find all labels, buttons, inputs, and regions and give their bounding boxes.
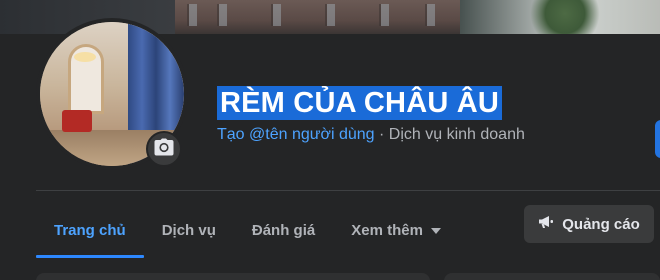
megaphone-icon bbox=[538, 215, 554, 233]
cover-window bbox=[187, 4, 197, 26]
cover-building bbox=[175, 0, 460, 34]
page-tabs: Trang chủ Dịch vụ Đánh giá Xem thêm bbox=[36, 204, 459, 258]
avatar-lamp bbox=[74, 52, 96, 62]
tab-label: Xem thêm bbox=[351, 221, 423, 239]
cover-window bbox=[325, 4, 335, 26]
cover-window bbox=[271, 4, 281, 26]
update-avatar-button[interactable] bbox=[146, 131, 182, 167]
tab-more[interactable]: Xem thêm bbox=[333, 204, 459, 256]
create-username-link[interactable]: Tạo @tên người dùng bbox=[217, 126, 375, 143]
primary-action-button-edge[interactable] bbox=[655, 120, 660, 158]
page-name: RÈM CỦA CHÂU ÂU bbox=[217, 86, 503, 120]
tab-label: Đánh giá bbox=[251, 221, 316, 239]
avatar-red-object bbox=[62, 110, 92, 132]
cover-window bbox=[217, 4, 227, 26]
caret-down-icon bbox=[430, 228, 441, 234]
page-category: Dịch vụ kinh doanh bbox=[388, 126, 525, 143]
ads-button[interactable]: Quảng cáo bbox=[524, 205, 654, 243]
page-header: RÈM CỦA CHÂU ÂU Tạo @tên người dùng · Dị… bbox=[0, 0, 660, 280]
ads-button-label: Quảng cáo bbox=[562, 215, 640, 233]
content-card-left bbox=[36, 273, 430, 280]
tab-services[interactable]: Dịch vụ bbox=[144, 204, 234, 256]
cover-window bbox=[425, 4, 435, 26]
page-name-block: RÈM CỦA CHÂU ÂU bbox=[217, 86, 503, 120]
tab-reviews[interactable]: Đánh giá bbox=[234, 204, 333, 256]
content-card-right bbox=[444, 273, 660, 280]
tab-label: Dịch vụ bbox=[161, 221, 216, 239]
camera-icon bbox=[154, 138, 174, 161]
tab-home[interactable]: Trang chủ bbox=[36, 204, 144, 258]
header-divider bbox=[36, 190, 660, 191]
subline-separator: · bbox=[379, 126, 385, 143]
page-subline: Tạo @tên người dùng · Dịch vụ kinh doanh bbox=[217, 126, 525, 144]
tab-label: Trang chủ bbox=[54, 221, 126, 239]
cover-tree bbox=[520, 0, 610, 34]
cover-window bbox=[379, 4, 389, 26]
